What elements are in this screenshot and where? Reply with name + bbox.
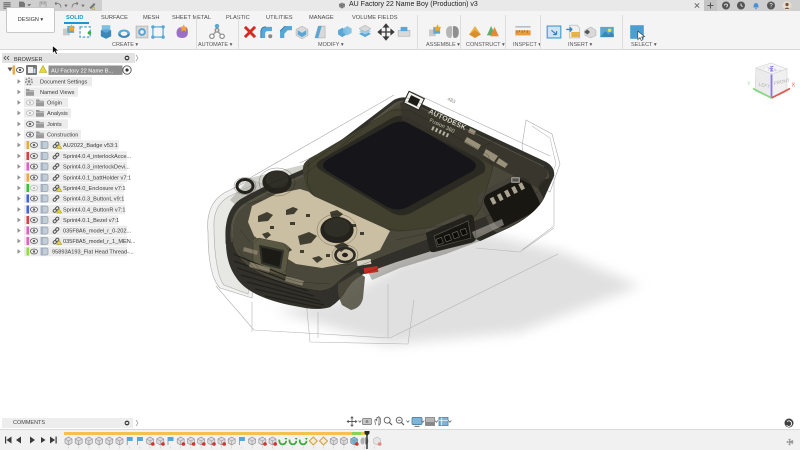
- svg-text:483: 483: [446, 96, 456, 105]
- svg-text:BROWSER: BROWSER: [14, 57, 42, 63]
- svg-text:95893A193_Flat Head Thread-...: 95893A193_Flat Head Thread-...: [52, 250, 134, 256]
- svg-text:Document Settings: Document Settings: [40, 80, 87, 86]
- svg-text:Joints: Joints: [47, 122, 62, 128]
- svg-text:AU2022_Badge v53:1: AU2022_Badge v53:1: [63, 143, 118, 149]
- svg-text:AU Factory 22 Name B...: AU Factory 22 Name B...: [51, 69, 114, 75]
- svg-text:Sprint4.0_Enclosure v7:1: Sprint4.0_Enclosure v7:1: [63, 186, 126, 192]
- svg-text:Named Views: Named Views: [40, 90, 75, 96]
- svg-text:Y: Y: [747, 82, 751, 88]
- svg-text:Sprint4.0.4_ButtonR v7:1: Sprint4.0.4_ButtonR v7:1: [63, 208, 126, 214]
- svg-text:Sprint4.0.4_interlockAcce...: Sprint4.0.4_interlockAcce...: [63, 154, 132, 160]
- svg-text:Sprint4.0.1_Bezel v7:1: Sprint4.0.1_Bezel v7:1: [63, 218, 119, 224]
- svg-text:035F8A5_model_r_1_MEN...: 035F8A5_model_r_1_MEN...: [63, 239, 136, 245]
- svg-text:Construction: Construction: [47, 133, 78, 139]
- svg-text:Sprint4.0.3_interlockDevi...: Sprint4.0.3_interlockDevi...: [63, 165, 130, 171]
- svg-text:Sprint4.0.3_ButtonL v9:1: Sprint4.0.3_ButtonL v9:1: [63, 197, 124, 203]
- svg-text:035F8A6_model_r_0-202...: 035F8A6_model_r_0-202...: [63, 229, 132, 235]
- svg-text:Sprint4.0.1_battHolder v7:1: Sprint4.0.1_battHolder v7:1: [63, 176, 131, 182]
- svg-text:Analysis: Analysis: [47, 111, 68, 117]
- svg-text:Origin: Origin: [47, 101, 62, 107]
- svg-text:X: X: [792, 83, 796, 89]
